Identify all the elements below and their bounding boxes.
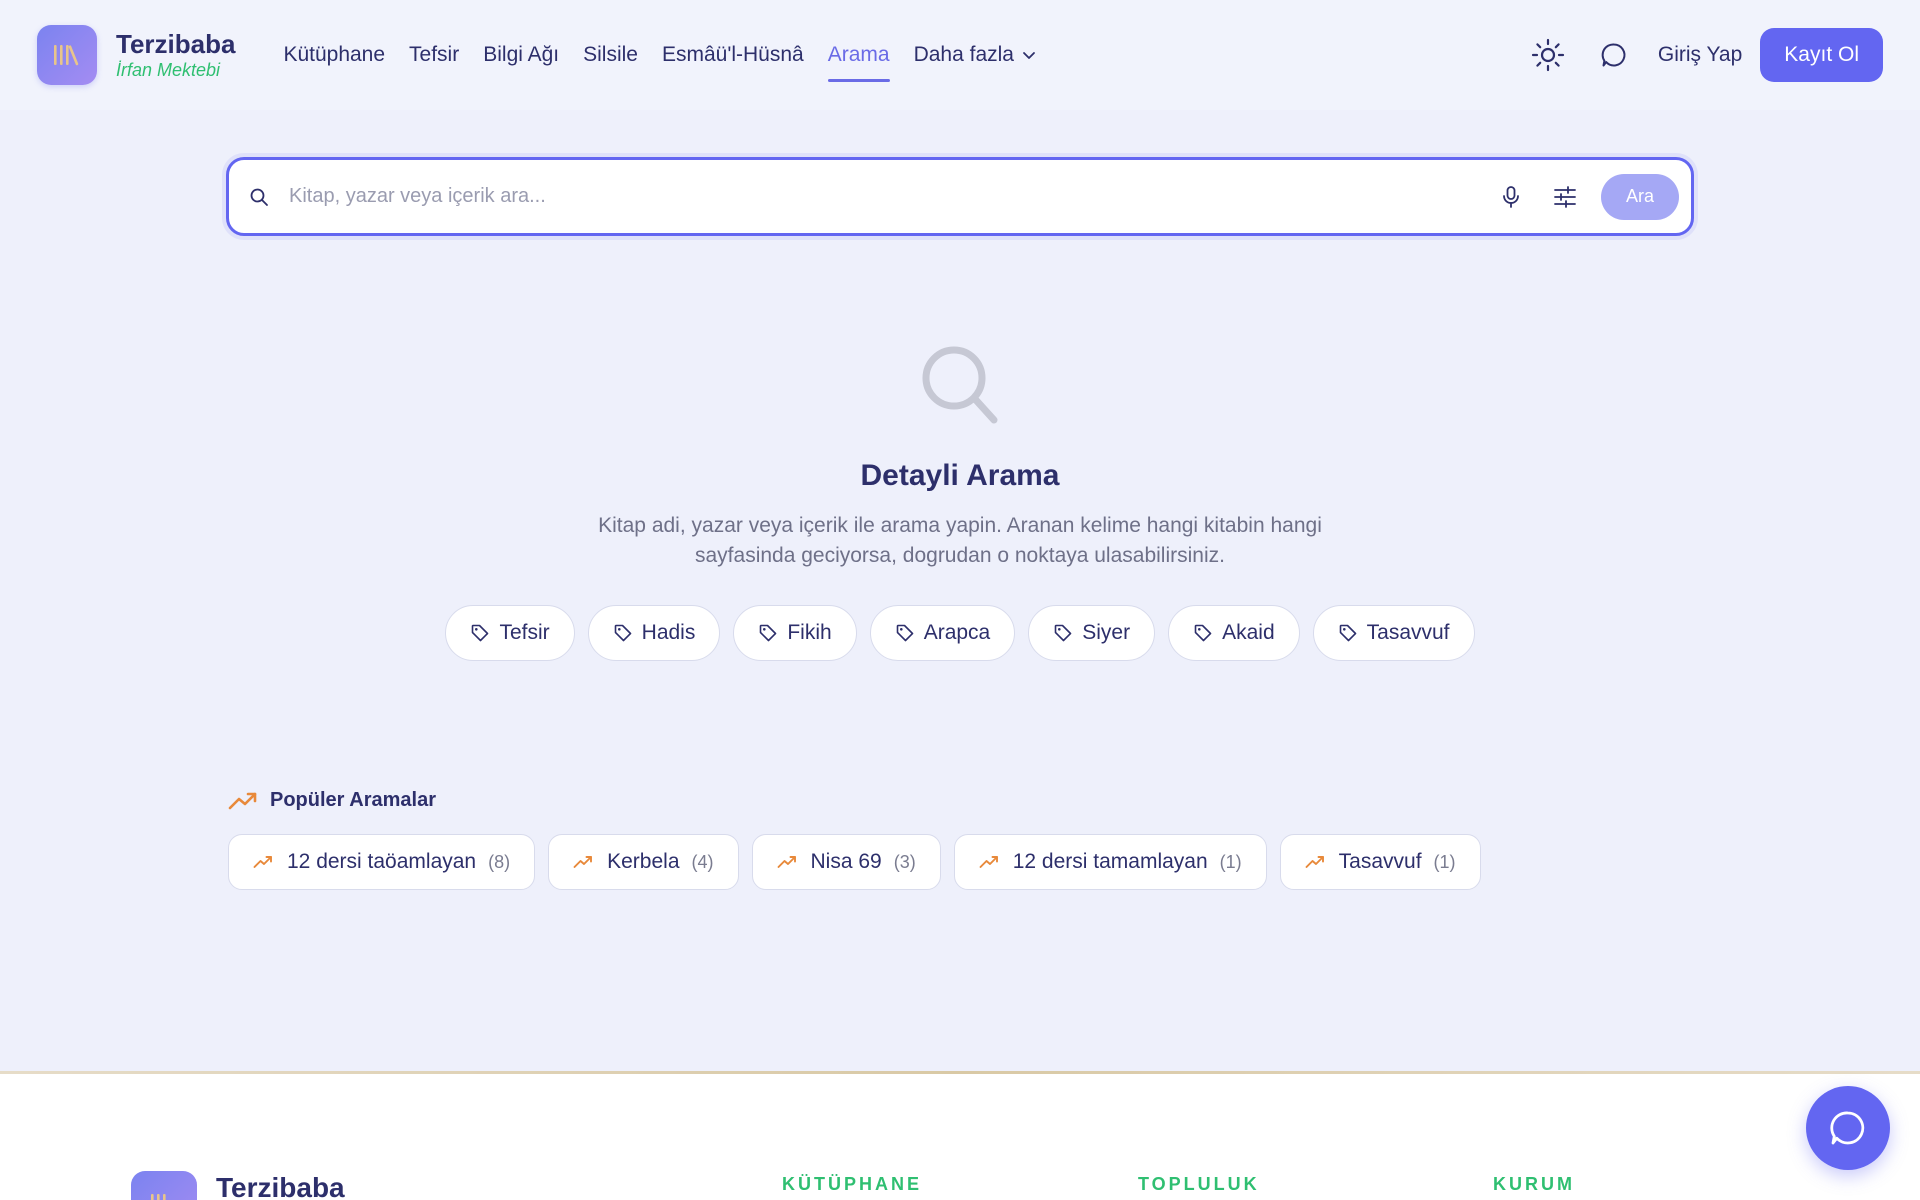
search-filters-button[interactable]	[1545, 177, 1585, 217]
trending-up-icon	[573, 856, 593, 868]
popular-search-item[interactable]: Kerbela (4)	[548, 834, 739, 890]
tag-icon	[1339, 624, 1356, 642]
library-books-icon	[54, 45, 79, 66]
brand-subtitle: İrfan Mektebi	[116, 60, 221, 80]
nav-label: Esmâü'l-Hüsnâ	[661, 43, 804, 66]
tag-tasavvuf[interactable]: Tasavvuf	[1312, 605, 1475, 661]
tag-label: Siyer	[1082, 621, 1131, 644]
tag-label: Fikih	[787, 621, 832, 644]
nav-esmaul-husna[interactable]: Esmâü'l-Hüsnâ	[662, 0, 804, 110]
search-input[interactable]	[289, 185, 1491, 208]
sliders-icon	[1554, 185, 1576, 208]
tag-siyer[interactable]: Siyer	[1028, 605, 1156, 661]
voice-search-button[interactable]	[1491, 177, 1531, 217]
nav-bilgi-agi[interactable]: Bilgi Ağı	[483, 0, 559, 110]
footer-column-topluluk: TOPLULUK	[1138, 1174, 1260, 1194]
tag-icon	[760, 624, 777, 642]
nav-label: Kütüphane	[283, 43, 386, 66]
app-logo[interactable]	[37, 25, 97, 85]
empty-state-description: Kitap adi, yazar veya içerik ile arama y…	[598, 514, 1322, 567]
theme-toggle[interactable]	[1528, 35, 1568, 75]
popular-search-count: (1)	[1219, 851, 1242, 872]
popular-searches-title: Popüler Aramalar	[270, 789, 436, 811]
nav-label: Tefsir	[409, 43, 460, 66]
tag-icon	[614, 624, 631, 642]
nav-silsile[interactable]: Silsile	[583, 0, 638, 110]
chevron-down-icon	[1022, 48, 1036, 62]
tag-icon	[896, 624, 914, 642]
footer-brand-name: Terzibaba	[216, 1172, 345, 1200]
trending-up-icon	[1305, 856, 1324, 868]
tag-fikih[interactable]: Fikih	[733, 605, 857, 661]
header-actions: Giriş Yap Kayıt Ol	[1528, 28, 1883, 82]
popular-search-item[interactable]: 12 dersi taöamlayan (8)	[228, 834, 536, 890]
popular-search-query: 12 dersi tamamlayan	[1012, 850, 1208, 873]
login-link[interactable]: Giriş Yap	[1658, 43, 1742, 67]
tag-icon	[1054, 624, 1072, 642]
microphone-icon	[1503, 185, 1519, 208]
tag-label: Tefsir	[499, 621, 550, 644]
trending-up-icon	[228, 792, 257, 809]
nav-label: Daha fazla	[913, 43, 1014, 66]
popular-search-query: 12 dersi taöamlayan	[287, 850, 477, 873]
messages-button[interactable]	[1594, 35, 1634, 75]
popular-search-count: (1)	[1433, 851, 1456, 872]
top-navbar: Terzibaba İrfan Mektebi Kütüphane Tefsir…	[0, 0, 1920, 110]
popular-searches-header: Popüler Aramalar	[228, 789, 1481, 812]
tag-label: Akaid	[1222, 621, 1275, 644]
register-button[interactable]: Kayıt Ol	[1760, 28, 1883, 82]
nav-label: Bilgi Ağı	[483, 43, 560, 66]
tag-label: Tasavvuf	[1366, 621, 1450, 644]
message-circle-icon	[1830, 1111, 1865, 1145]
nav-daha-fazla[interactable]: Daha fazla	[914, 0, 1036, 110]
chat-fab-button[interactable]	[1806, 1086, 1890, 1170]
search-bar: Ara	[226, 157, 1694, 236]
popular-search-query: Kerbela	[607, 850, 680, 873]
tag-arapca[interactable]: Arapca	[869, 605, 1016, 661]
message-circle-icon	[1601, 43, 1626, 67]
nav-kutuphane[interactable]: Kütüphane	[283, 0, 385, 110]
footer-logo[interactable]	[131, 1171, 197, 1200]
sun-icon	[1531, 38, 1564, 72]
search-icon	[250, 188, 268, 206]
popular-search-query: Nisa 69	[810, 850, 882, 873]
tag-hadis[interactable]: Hadis	[587, 605, 721, 661]
popular-search-query: Tasavvuf	[1338, 850, 1422, 873]
popular-search-item[interactable]: Nisa 69 (3)	[751, 834, 941, 890]
tag-tefsir[interactable]: Tefsir	[445, 605, 575, 661]
tag-label: Hadis	[641, 621, 696, 644]
tag-icon	[1194, 624, 1212, 642]
brand[interactable]: Terzibaba İrfan Mektebi	[116, 29, 235, 81]
trending-up-icon	[253, 856, 272, 868]
popular-search-item[interactable]: 12 dersi tamamlayan (1)	[953, 834, 1267, 890]
trending-up-icon	[979, 856, 998, 868]
nav-tefsir[interactable]: Tefsir	[409, 0, 459, 110]
nav-label: Arama	[827, 43, 890, 66]
main-nav: Kütüphane Tefsir Bilgi Ağı Silsile Esmâü…	[283, 0, 1060, 110]
nav-label: Silsile	[583, 43, 638, 66]
popular-search-item[interactable]: Tasavvuf (1)	[1279, 834, 1481, 890]
trending-up-icon	[777, 856, 796, 868]
search-submit-button[interactable]: Ara	[1601, 173, 1679, 220]
nav-arama[interactable]: Arama	[827, 0, 890, 110]
popular-searches-list: 12 dersi taöamlayan (8) Kerbela (4) Nisa…	[228, 834, 1481, 890]
brand-name: Terzibaba	[116, 29, 236, 59]
library-books-icon	[151, 1194, 166, 1200]
footer: Terzibaba KÜTÜPHANE TOPLULUK KURUM	[0, 1074, 1920, 1200]
search-empty-state: Detayli Arama Kitap adi, yazar veya içer…	[0, 340, 1920, 661]
footer-column-kurum: KURUM	[1493, 1174, 1575, 1194]
empty-state-title: Detayli Arama	[860, 459, 1060, 492]
category-tags: Tefsir Hadis Fikih Arapca Siyer Akaid Ta…	[0, 605, 1920, 661]
tag-label: Arapca	[923, 621, 991, 644]
footer-column-kutuphane: KÜTÜPHANE	[782, 1174, 923, 1194]
tag-icon	[472, 624, 489, 642]
tag-akaid[interactable]: Akaid	[1168, 605, 1300, 661]
popular-search-count: (3)	[893, 851, 916, 872]
popular-search-count: (4)	[691, 851, 714, 872]
search-illustration-icon	[922, 346, 998, 424]
popular-search-count: (8)	[488, 851, 511, 872]
popular-searches: Popüler Aramalar 12 dersi taöamlayan (8)…	[228, 789, 1481, 890]
